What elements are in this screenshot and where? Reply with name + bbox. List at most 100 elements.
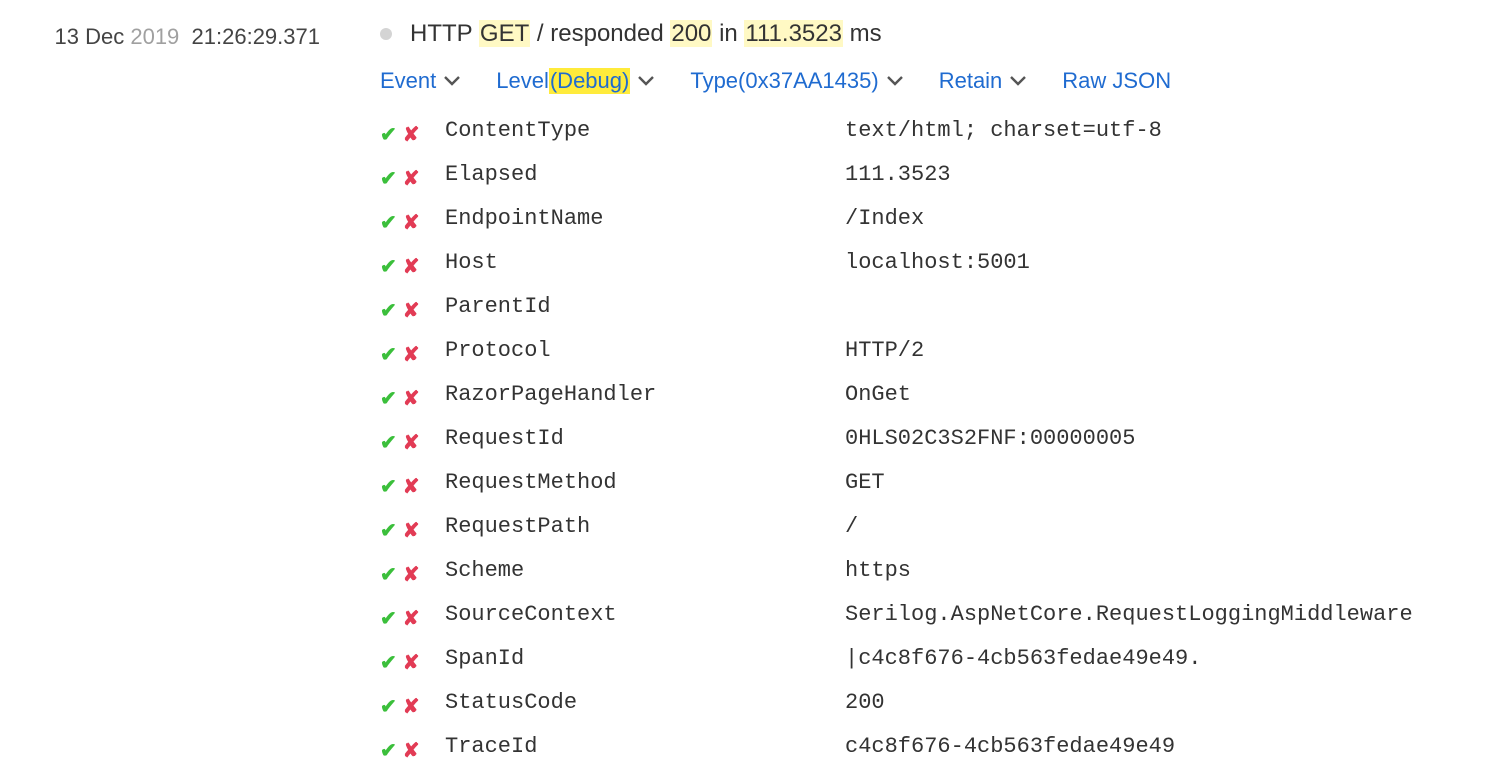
property-value: OnGet <box>845 374 1475 416</box>
filter-level[interactable]: Level (Debug) <box>496 68 654 94</box>
exclude-filter-icon[interactable]: ✘ <box>403 600 420 638</box>
include-filter-icon[interactable]: ✔ <box>380 204 397 242</box>
exclude-filter-icon[interactable]: ✘ <box>403 116 420 154</box>
raw-json-link[interactable]: Raw JSON <box>1062 68 1171 94</box>
include-filter-icon[interactable]: ✔ <box>380 380 397 418</box>
filter-type-value: (0x37AA1435) <box>738 68 879 94</box>
property-name: RequestId <box>445 418 845 460</box>
filter-type-label: Type <box>690 68 738 94</box>
property-name: EndpointName <box>445 198 845 240</box>
msg-suffix: ms <box>843 20 882 47</box>
property-value: Serilog.AspNetCore.RequestLoggingMiddlew… <box>845 594 1475 636</box>
event-main: HTTP GET / responded 200 in 111.3523 ms … <box>380 20 1495 770</box>
property-value: 111.3523 <box>845 154 1475 196</box>
property-value: GET <box>845 462 1475 504</box>
properties-table: ✔✘ContentTypetext/html; charset=utf-8✔✘E… <box>380 110 1475 770</box>
property-name: StatusCode <box>445 682 845 724</box>
include-filter-icon[interactable]: ✔ <box>380 688 397 726</box>
level-indicator-dot <box>380 28 392 40</box>
property-row: ✔✘StatusCode200 <box>380 682 1475 726</box>
exclude-filter-icon[interactable]: ✘ <box>403 468 420 506</box>
include-filter-icon[interactable]: ✔ <box>380 336 397 374</box>
exclude-filter-icon[interactable]: ✘ <box>403 292 420 330</box>
property-value: /Index <box>845 198 1475 240</box>
property-value: c4c8f676-4cb563fedae49e49 <box>845 726 1475 768</box>
property-actions: ✔✘ <box>380 462 445 506</box>
include-filter-icon[interactable]: ✔ <box>380 512 397 550</box>
property-row: ✔✘Hostlocalhost:5001 <box>380 242 1475 286</box>
exclude-filter-icon[interactable]: ✘ <box>403 556 420 594</box>
property-actions: ✔✘ <box>380 594 445 638</box>
property-value: / <box>845 506 1475 548</box>
chevron-down-icon <box>444 76 460 86</box>
property-row: ✔✘Schemehttps <box>380 550 1475 594</box>
msg-mid2: in <box>712 20 744 47</box>
filter-event[interactable]: Event <box>380 68 460 94</box>
property-name: ParentId <box>445 286 845 328</box>
timestamp: 13 Dec 2019 21:26:29.371 <box>0 20 380 770</box>
include-filter-icon[interactable]: ✔ <box>380 468 397 506</box>
msg-elapsed: 111.3523 <box>744 20 843 47</box>
property-value: https <box>845 550 1475 592</box>
property-name: SourceContext <box>445 594 845 636</box>
property-actions: ✔✘ <box>380 726 445 770</box>
exclude-filter-icon[interactable]: ✘ <box>403 248 420 286</box>
include-filter-icon[interactable]: ✔ <box>380 644 397 682</box>
property-value: 0HLS02C3S2FNF:00000005 <box>845 418 1475 460</box>
property-value: 200 <box>845 682 1475 724</box>
property-actions: ✔✘ <box>380 682 445 726</box>
property-row: ✔✘ RequestId0HLS02C3S2FNF:00000005 <box>380 418 1475 462</box>
exclude-filter-icon[interactable]: ✘ <box>403 688 420 726</box>
filter-level-value: (Debug) <box>549 68 630 94</box>
filter-type[interactable]: Type (0x37AA1435) <box>690 68 902 94</box>
exclude-filter-icon[interactable]: ✘ <box>403 336 420 374</box>
event-message: HTTP GET / responded 200 in 111.3523 ms <box>380 20 1475 48</box>
property-actions: ✔✘ <box>380 330 445 374</box>
timestamp-time: 21:26:29.371 <box>192 24 320 49</box>
property-row: ✔✘TraceIdc4c8f676-4cb563fedae49e49 <box>380 726 1475 770</box>
exclude-filter-icon[interactable]: ✘ <box>403 644 420 682</box>
exclude-filter-icon[interactable]: ✘ <box>403 160 420 198</box>
property-row: ✔✘ProtocolHTTP/2 <box>380 330 1475 374</box>
filter-retain-label: Retain <box>939 68 1003 94</box>
property-row: ✔✘Elapsed111.3523 <box>380 154 1475 198</box>
property-value: |c4c8f676-4cb563fedae49e49. <box>845 638 1475 680</box>
property-row: ✔✘SourceContextSerilog.AspNetCore.Reques… <box>380 594 1475 638</box>
property-actions: ✔✘ <box>380 638 445 682</box>
exclude-filter-icon[interactable]: ✘ <box>403 204 420 242</box>
property-name: Protocol <box>445 330 845 372</box>
property-row: ✔✘ContentTypetext/html; charset=utf-8 <box>380 110 1475 154</box>
include-filter-icon[interactable]: ✔ <box>380 116 397 154</box>
property-value: localhost:5001 <box>845 242 1475 284</box>
property-actions: ✔✘ <box>380 374 445 418</box>
include-filter-icon[interactable]: ✔ <box>380 424 397 462</box>
property-actions: ✔✘ <box>380 550 445 594</box>
exclude-filter-icon[interactable]: ✘ <box>403 512 420 550</box>
chevron-down-icon <box>1010 76 1026 86</box>
property-actions: ✔✘ <box>380 154 445 198</box>
property-name: RequestMethod <box>445 462 845 504</box>
event-message-text: HTTP GET / responded 200 in 111.3523 ms <box>410 20 882 48</box>
property-actions: ✔✘ <box>380 242 445 286</box>
property-row: ✔✘RequestMethodGET <box>380 462 1475 506</box>
include-filter-icon[interactable]: ✔ <box>380 248 397 286</box>
exclude-filter-icon[interactable]: ✘ <box>403 424 420 462</box>
timestamp-date: 13 Dec <box>55 24 125 49</box>
property-row: ✔✘ ParentId <box>380 286 1475 330</box>
msg-status: 200 <box>670 20 712 47</box>
property-actions: ✔✘ <box>380 506 445 550</box>
raw-json-label: Raw JSON <box>1062 68 1171 94</box>
include-filter-icon[interactable]: ✔ <box>380 292 397 330</box>
filter-level-label: Level <box>496 68 549 94</box>
property-actions: ✔✘ <box>380 110 445 154</box>
property-name: ContentType <box>445 110 845 152</box>
filter-retain[interactable]: Retain <box>939 68 1027 94</box>
property-name: Scheme <box>445 550 845 592</box>
include-filter-icon[interactable]: ✔ <box>380 732 397 770</box>
exclude-filter-icon[interactable]: ✘ <box>403 380 420 418</box>
include-filter-icon[interactable]: ✔ <box>380 600 397 638</box>
include-filter-icon[interactable]: ✔ <box>380 160 397 198</box>
property-name: Elapsed <box>445 154 845 196</box>
exclude-filter-icon[interactable]: ✘ <box>403 732 420 770</box>
include-filter-icon[interactable]: ✔ <box>380 556 397 594</box>
